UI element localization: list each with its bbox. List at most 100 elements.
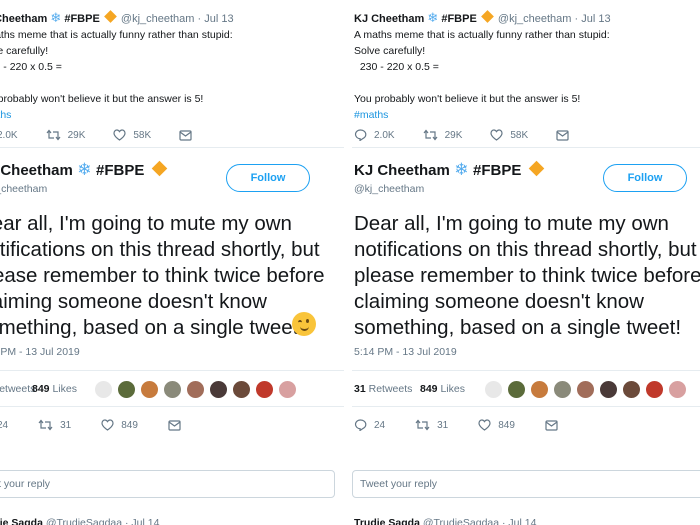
- text-line: please remember to think twice before: [0, 264, 325, 287]
- retweets-stat[interactable]: 31 Retweets: [354, 383, 412, 395]
- avatar[interactable]: [278, 380, 297, 399]
- author-handle[interactable]: @kj_cheetham: [0, 183, 47, 195]
- next-handle[interactable]: @TrudieSagdaa · Jul 14: [423, 517, 537, 525]
- author-name[interactable]: KJ Cheetham: [354, 13, 424, 25]
- mail-icon: [168, 419, 181, 431]
- tweet-timestamp[interactable]: 5:14 PM - 13 Jul 2019: [354, 346, 457, 358]
- avatar[interactable]: [484, 380, 503, 399]
- retweet-button[interactable]: 31: [38, 419, 71, 431]
- avatar[interactable]: [530, 380, 549, 399]
- retweet-icon: [38, 419, 53, 431]
- body-line: 230 - 220 x 0.5 =: [359, 61, 439, 73]
- likes-stat-label: Likes: [52, 383, 77, 395]
- avatar[interactable]: [232, 380, 251, 399]
- author-name[interactable]: KJ Cheetham: [0, 162, 73, 179]
- text-line: claiming someone doesn't know: [0, 290, 267, 313]
- previous-tweet[interactable]: KJ Cheetham ❄ #FBPE @kj_cheetham · Jul 1…: [352, 0, 700, 148]
- right-panel: KJ Cheetham ❄ #FBPE @kj_cheetham · Jul 1…: [352, 0, 700, 525]
- next-handle[interactable]: @TrudieSagdaa · Jul 14: [46, 517, 160, 525]
- main-tweet-header: KJ Cheetham ❄ #FBPE: [0, 160, 168, 180]
- engagement-stats: 31 Retweets 849 Likes: [352, 370, 700, 407]
- reply-button[interactable]: 2.0K: [354, 129, 395, 141]
- avatar[interactable]: [209, 380, 228, 399]
- reply-button[interactable]: 2.0K: [0, 129, 18, 141]
- reply-button[interactable]: 24: [0, 419, 8, 431]
- hashtag-link[interactable]: #maths: [354, 109, 388, 121]
- retweets-stat[interactable]: 31 Retweets: [0, 383, 35, 395]
- avatar[interactable]: [645, 380, 664, 399]
- reply-count: 2.0K: [374, 129, 395, 141]
- message-button[interactable]: [545, 419, 565, 431]
- avatar[interactable]: [553, 380, 572, 399]
- author-tag: #FBPE: [441, 13, 477, 25]
- avatar[interactable]: [94, 380, 113, 399]
- next-author-name[interactable]: Trudie Sagda: [0, 517, 43, 525]
- body-line: Solve carefully!: [354, 45, 426, 57]
- message-button[interactable]: [556, 129, 576, 141]
- avatar[interactable]: [599, 380, 618, 399]
- like-count: 58K: [510, 129, 529, 141]
- avatar[interactable]: [668, 380, 687, 399]
- likes-stat[interactable]: 849 Likes: [420, 383, 465, 395]
- avatar[interactable]: [622, 380, 641, 399]
- retweet-icon: [46, 129, 61, 141]
- retweet-button[interactable]: 31: [415, 419, 448, 431]
- like-button[interactable]: 849: [101, 419, 138, 431]
- like-button[interactable]: 849: [478, 419, 515, 431]
- like-button[interactable]: 58K: [490, 129, 528, 141]
- avatar[interactable]: [255, 380, 274, 399]
- previous-tweet-header: KJ Cheetham ❄ #FBPE @kj_cheetham · Jul 1…: [0, 10, 234, 26]
- next-author-name[interactable]: Trudie Sagda: [354, 517, 420, 525]
- author-handle[interactable]: @kj_cheetham: [354, 183, 424, 195]
- likes-stat[interactable]: 849 Likes: [32, 383, 77, 395]
- main-tweet-header: KJ Cheetham ❄ #FBPE: [354, 160, 545, 180]
- like-button[interactable]: 58K: [113, 129, 151, 141]
- retweet-button[interactable]: 29K: [46, 129, 85, 141]
- body-line: A maths meme that is actually funny rath…: [0, 29, 233, 41]
- reply-input[interactable]: Tweet your reply: [0, 470, 335, 498]
- avatar[interactable]: [140, 380, 159, 399]
- reply-input[interactable]: Tweet your reply: [352, 470, 700, 498]
- avatar[interactable]: [186, 380, 205, 399]
- follow-button[interactable]: Follow: [603, 164, 687, 192]
- author-tag: #FBPE: [473, 162, 522, 179]
- next-tweet-header: Trudie Sagda @TrudieSagdaa · Jul 14: [354, 517, 536, 525]
- likers-avatars: [484, 380, 691, 399]
- main-tweet-text: Dear all, I'm going to mute my own notif…: [354, 211, 700, 341]
- reply-icon: [354, 419, 367, 431]
- hashtag-link[interactable]: #maths: [0, 109, 11, 121]
- retweet-count: 31: [437, 419, 449, 431]
- handle-date[interactable]: @kj_cheetham · Jul 13: [498, 13, 611, 25]
- avatar[interactable]: [576, 380, 595, 399]
- body-line: Solve carefully!: [0, 45, 49, 57]
- like-count: 849: [498, 419, 515, 431]
- next-tweet-header: Trudie Sagda @TrudieSagdaa · Jul 14: [0, 517, 159, 525]
- handle-date[interactable]: @kj_cheetham · Jul 13: [121, 13, 234, 25]
- author-name[interactable]: KJ Cheetham: [354, 162, 450, 179]
- author-tag: #FBPE: [64, 13, 100, 25]
- retweet-button[interactable]: 29K: [423, 129, 462, 141]
- mail-icon: [179, 129, 192, 141]
- follow-button[interactable]: Follow: [226, 164, 310, 192]
- snowflake-icon: ❄: [427, 10, 439, 25]
- mail-icon: [545, 419, 558, 431]
- avatar[interactable]: [163, 380, 182, 399]
- reply-icon: [354, 129, 367, 141]
- author-name[interactable]: KJ Cheetham: [0, 13, 47, 25]
- diamond-icon: [480, 10, 494, 23]
- heart-icon: [101, 419, 114, 431]
- body-line: You probably won't believe it but the an…: [0, 93, 204, 105]
- message-button[interactable]: [179, 129, 199, 141]
- likes-stat-label: Likes: [440, 383, 465, 395]
- text-line: notifications on this thread shortly, bu…: [0, 238, 320, 261]
- reply-button[interactable]: 24: [354, 419, 385, 431]
- message-button[interactable]: [168, 419, 188, 431]
- tweet-timestamp[interactable]: 5:14 PM - 13 Jul 2019: [0, 346, 80, 358]
- previous-tweet[interactable]: KJ Cheetham ❄ #FBPE @kj_cheetham · Jul 1…: [0, 0, 345, 148]
- snowflake-icon: ❄: [454, 160, 469, 179]
- avatar[interactable]: [117, 380, 136, 399]
- retweet-icon: [423, 129, 438, 141]
- text-line: claiming someone doesn't know: [354, 290, 644, 313]
- previous-tweet-header: KJ Cheetham ❄ #FBPE @kj_cheetham · Jul 1…: [354, 10, 611, 26]
- avatar[interactable]: [507, 380, 526, 399]
